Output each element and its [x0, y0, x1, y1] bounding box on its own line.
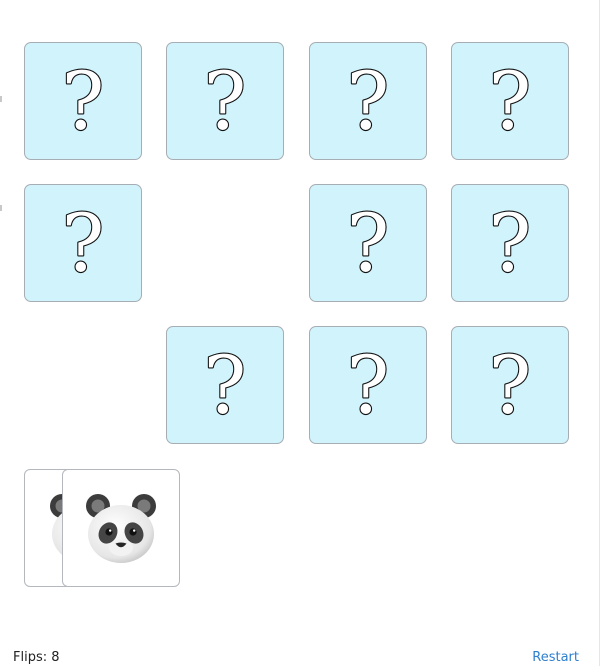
question-mark-icon: ? — [487, 345, 532, 425]
question-mark-icon: ? — [202, 345, 247, 425]
svg-text:?: ? — [489, 61, 532, 141]
svg-text:?: ? — [347, 61, 390, 141]
card-7[interactable]: ? — [309, 184, 427, 302]
question-mark-icon: ? — [202, 61, 247, 141]
card-10[interactable]: ? — [166, 326, 284, 444]
card-5[interactable]: ? — [24, 184, 142, 302]
question-mark-icon: ? — [487, 203, 532, 283]
question-mark-icon: ? — [487, 61, 532, 141]
svg-text:?: ? — [489, 203, 532, 283]
svg-text:?: ? — [62, 203, 105, 283]
question-mark-icon: ? — [60, 203, 105, 283]
edge-mark — [0, 96, 2, 102]
svg-text:?: ? — [204, 345, 247, 425]
memory-game: Flips: 8 Restart ?????????? — [0, 0, 600, 666]
svg-text:?: ? — [347, 345, 390, 425]
flips-count: 8 — [51, 650, 60, 665]
svg-text:?: ? — [204, 61, 247, 141]
question-mark-icon: ? — [345, 345, 390, 425]
card-11[interactable]: ? — [309, 326, 427, 444]
flips-counter: Flips: 8 — [13, 650, 60, 666]
restart-link[interactable]: Restart — [532, 650, 579, 666]
card-1[interactable]: ? — [24, 42, 142, 160]
svg-text:?: ? — [347, 203, 390, 283]
card-12[interactable]: ? — [451, 326, 569, 444]
question-mark-icon: ? — [345, 61, 390, 141]
svg-text:?: ? — [489, 345, 532, 425]
card-3[interactable]: ? — [309, 42, 427, 160]
svg-text:?: ? — [62, 61, 105, 141]
card-4[interactable]: ? — [451, 42, 569, 160]
panda-face-icon — [86, 494, 156, 563]
card-2[interactable]: ? — [166, 42, 284, 160]
flips-label: Flips: — [13, 650, 48, 665]
edge-mark — [0, 205, 2, 211]
card-8[interactable]: ? — [451, 184, 569, 302]
question-mark-icon: ? — [345, 203, 390, 283]
question-mark-icon: ? — [60, 61, 105, 141]
matched-card — [62, 469, 180, 587]
